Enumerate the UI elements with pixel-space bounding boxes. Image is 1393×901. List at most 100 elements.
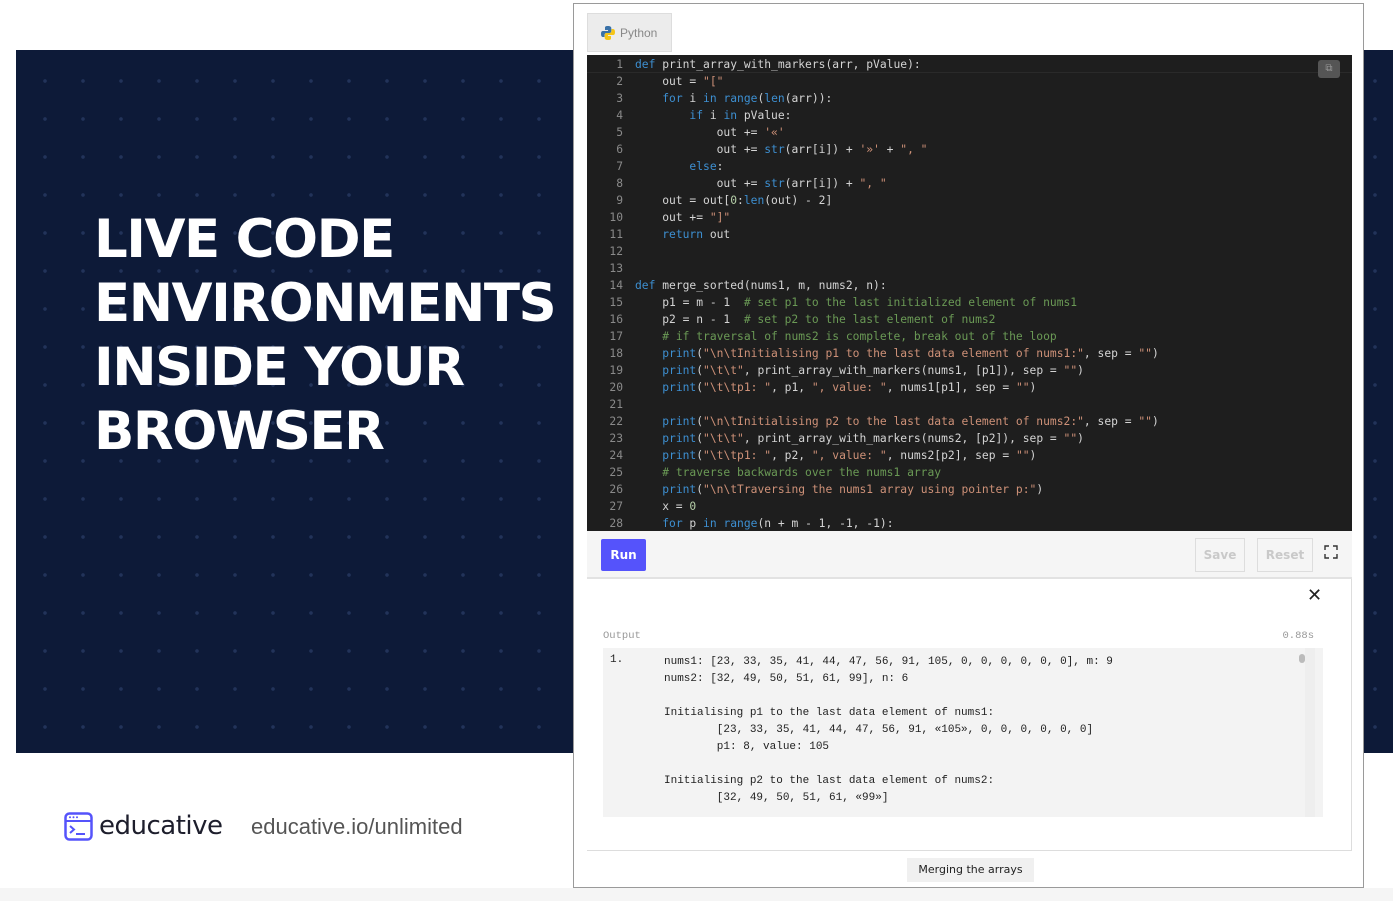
line-number: 27 [609, 500, 623, 513]
code-token: in [703, 92, 717, 105]
code-token: (out) - 2] [764, 194, 833, 207]
code-line: 1 def print_array_with_markers(arr, pValu… [587, 56, 1352, 73]
fullscreen-icon[interactable] [1324, 545, 1338, 559]
terminal-logo-icon [64, 811, 93, 841]
line-number: 22 [609, 415, 623, 428]
code-token: "" [1063, 432, 1078, 445]
code-text: def print_array_with_markers(arr, pValue… [623, 56, 921, 73]
line-number: 9 [616, 194, 623, 207]
code-token: pValue: [737, 109, 792, 122]
code-text: out = out[0:len(out) - 2] [623, 192, 832, 209]
tab-python[interactable]: Python [587, 13, 672, 52]
line-number: 8 [616, 177, 623, 190]
code-token: return [662, 228, 704, 241]
line-number: 13 [609, 262, 623, 275]
code-token: len [743, 194, 765, 207]
code-line: 13 [587, 260, 1352, 277]
code-token: str [764, 143, 785, 156]
code-text: p1 = m - 1 # set p1 to the last initiali… [623, 294, 1077, 311]
code-token: "\t\tp1: " [703, 449, 772, 462]
headline-line: BROWSER [94, 401, 385, 462]
code-token: , sep = [1083, 415, 1139, 428]
editor-toolbar: Run Save Reset [587, 531, 1352, 579]
close-icon[interactable]: ✕ [1307, 585, 1322, 606]
code-token: ", " [859, 177, 887, 190]
code-line: 7 else: [587, 158, 1352, 175]
code-text: # traverse backwards over the nums1 arra… [623, 464, 941, 481]
code-text: out += '«' [623, 124, 785, 141]
output-scrollbar[interactable] [1299, 648, 1315, 817]
code-token: (arr[i]) + [784, 177, 860, 190]
code-token: x = [635, 500, 690, 513]
output-line: p1: 8, value: 105 [664, 741, 830, 753]
code-token: print [662, 432, 697, 445]
line-number: 7 [616, 160, 623, 173]
code-line: 10 out += "]" [587, 209, 1352, 226]
code-token: '«' [764, 126, 785, 139]
code-line: 3 for i in range(len(arr)): [587, 90, 1352, 107]
brand-url[interactable]: educative.io/unlimited [251, 814, 463, 840]
copy-icon[interactable]: ⧉ [1318, 60, 1340, 78]
code-lines: 1 def print_array_with_markers(arr, pValu… [587, 56, 1352, 531]
save-button[interactable]: Save [1195, 538, 1245, 572]
brand-name: educative [99, 811, 223, 841]
run-button[interactable]: Run [601, 539, 646, 571]
caption-label: Merging the arrays [907, 858, 1034, 882]
code-line: 6 out += str(arr[i]) + '»' + ", " [587, 141, 1352, 158]
code-token: # traverse backwards over the nums1 arra… [662, 466, 942, 479]
code-token: ", value: " [811, 449, 887, 462]
code-token: : [737, 194, 744, 207]
code-token: out = [635, 75, 704, 88]
code-token: ) [1077, 364, 1084, 377]
code-line: 17 # if traversal of nums2 is complete, … [587, 328, 1352, 345]
code-token: in [703, 517, 717, 530]
code-token: # set p1 to the last initialized element… [743, 296, 1078, 309]
code-line: 5 out += '«' [587, 124, 1352, 141]
code-token: print [662, 364, 697, 377]
code-token: ) [1029, 381, 1037, 394]
code-text: print("\t\t", print_array_with_markers(n… [623, 430, 1084, 447]
code-text: out += str(arr[i]) + ", " [623, 175, 887, 192]
code-token: 0 [689, 500, 697, 513]
code-line: 2 out = "[" [587, 73, 1352, 90]
code-token: range [723, 92, 758, 105]
output-line: nums2: [32, 49, 50, 51, 61, 99], n: 6 [664, 673, 909, 685]
code-token: "[" [703, 75, 724, 88]
headline: LIVE CODE ENVIRONMENTS INSIDE YOUR BROWS… [94, 208, 574, 464]
output-label: Output [603, 630, 641, 642]
code-token: ) [1077, 432, 1084, 445]
line-number: 6 [616, 143, 623, 156]
scroll-thumb[interactable] [1299, 654, 1305, 663]
code-token: '»' [859, 143, 880, 156]
code-token: p2 = n - 1 [635, 313, 744, 326]
code-token: out += [635, 126, 765, 139]
code-token: ", " [900, 143, 928, 156]
code-line: 23 print("\t\t", print_array_with_marker… [587, 430, 1352, 447]
code-text: print("\t\tp1: ", p2, ", value: ", nums2… [623, 447, 1036, 464]
code-token: ) [1151, 415, 1159, 428]
code-editor[interactable]: 1 def print_array_with_markers(arr, pValu… [587, 55, 1352, 531]
code-line: 4 if i in pValue: [587, 107, 1352, 124]
line-number: 16 [609, 313, 623, 326]
code-token: "" [1015, 381, 1030, 394]
brand-logo[interactable]: educative [64, 811, 223, 841]
code-token: print_array_with_markers(arr, pValue): [662, 58, 921, 71]
code-token: "\t\t" [703, 432, 744, 445]
line-number: 2 [616, 75, 623, 88]
output-panel: ✕ Output 0.88s 1. nums1: [23, 33, 35, 41… [587, 579, 1352, 851]
line-number: 14 [609, 279, 623, 292]
code-token: ) [1151, 347, 1159, 360]
reset-button[interactable]: Reset [1257, 538, 1313, 572]
code-token: ) [1036, 483, 1044, 496]
code-line: 26 print("\n\tTraversing the nums1 array… [587, 481, 1352, 498]
code-token: , nums2[p2], sep = [886, 449, 1016, 462]
code-token: (arr)): [784, 92, 833, 105]
